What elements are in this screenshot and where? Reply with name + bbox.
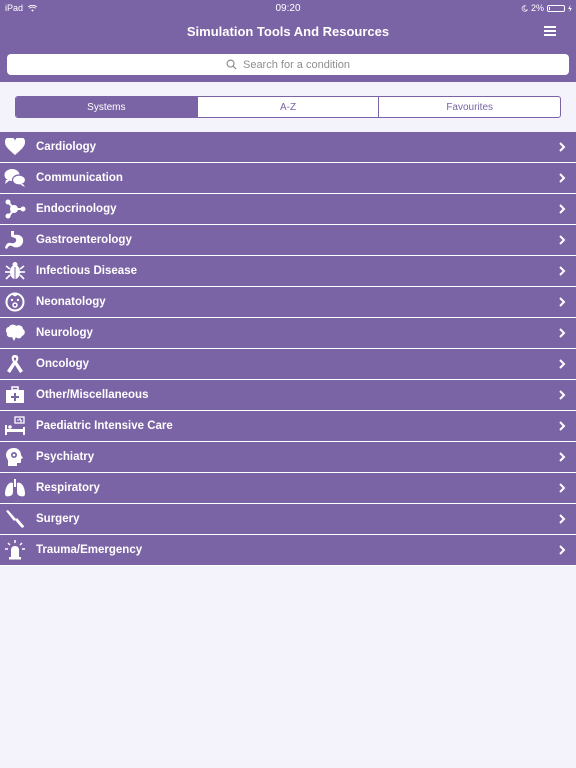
chevron-right-icon [559, 390, 566, 400]
battery-percent: 2% [530, 3, 544, 13]
list-item-gastroenterology[interactable]: Gastroenterology [0, 225, 576, 256]
list-item-label: Psychiatry [36, 451, 95, 463]
status-time: 09:20 [275, 3, 301, 14]
lungs-icon [4, 477, 26, 499]
navigation-bar: Simulation Tools And Resources [0, 16, 576, 48]
list-item-label: Respiratory [36, 482, 100, 494]
list-item-neonatology[interactable]: Neonatology [0, 287, 576, 318]
ribbon-icon [4, 353, 26, 375]
search-icon [226, 59, 237, 70]
list-item-other-miscellaneous[interactable]: Other/Miscellaneous [0, 380, 576, 411]
list-item-label: Communication [36, 172, 123, 184]
list-item-label: Infectious Disease [36, 265, 137, 277]
chevron-right-icon [559, 452, 566, 462]
list-item-label: Paediatric Intensive Care [36, 420, 173, 432]
chevron-right-icon [559, 545, 566, 555]
search-input[interactable]: Search for a condition [7, 54, 569, 75]
chevron-right-icon [559, 328, 566, 338]
list-item-paediatric-intensive-care[interactable]: Paediatric Intensive Care [0, 411, 576, 442]
list-item-label: Cardiology [36, 141, 97, 153]
list-item-label: Other/Miscellaneous [36, 389, 149, 401]
head-puzzle-icon [4, 446, 26, 468]
search-bar: Search for a condition [0, 48, 576, 82]
brain-icon [4, 322, 26, 344]
chevron-right-icon [559, 173, 566, 183]
chevron-right-icon [559, 514, 566, 524]
heart-icon [4, 136, 26, 158]
list-item-label: Neonatology [36, 296, 106, 308]
baby-icon [4, 291, 26, 313]
chevron-right-icon [559, 483, 566, 493]
menu-icon[interactable] [544, 26, 556, 37]
list-item-label: Gastroenterology [36, 234, 132, 246]
list-item-label: Trauma/Emergency [36, 544, 143, 556]
list-item-neurology[interactable]: Neurology [0, 318, 576, 349]
list-item-oncology[interactable]: Oncology [0, 349, 576, 380]
bug-icon [4, 260, 26, 282]
status-bar: iPad 09:20 2% [0, 0, 576, 16]
segment-systems[interactable]: Systems [16, 97, 197, 117]
systems-list: Cardiology Communication Endocrinology G… [0, 132, 576, 566]
list-item-cardiology[interactable]: Cardiology [0, 132, 576, 163]
segment-favourites[interactable]: Favourites [378, 97, 560, 117]
list-item-respiratory[interactable]: Respiratory [0, 473, 576, 504]
chevron-right-icon [559, 142, 566, 152]
chevron-right-icon [559, 297, 566, 307]
list-item-label: Oncology [36, 358, 90, 370]
molecule-icon [4, 198, 26, 220]
first-aid-kit-icon [4, 384, 26, 406]
list-item-psychiatry[interactable]: Psychiatry [0, 442, 576, 473]
search-placeholder: Search for a condition [242, 58, 350, 71]
status-right: 2% [521, 3, 572, 13]
battery-icon [547, 4, 565, 12]
list-item-label: Neurology [36, 327, 93, 339]
page-title: Simulation Tools And Resources [186, 24, 390, 39]
list-item-infectious-disease[interactable]: Infectious Disease [0, 256, 576, 287]
list-item-label: Endocrinology [36, 203, 117, 215]
siren-icon [4, 539, 26, 561]
list-item-communication[interactable]: Communication [0, 163, 576, 194]
stomach-icon [4, 229, 26, 251]
list-item-trauma-emergency[interactable]: Trauma/Emergency [0, 535, 576, 566]
chevron-right-icon [559, 204, 566, 214]
chevron-right-icon [559, 266, 566, 276]
list-item-surgery[interactable]: Surgery [0, 504, 576, 535]
chevron-right-icon [559, 421, 566, 431]
chevron-right-icon [559, 235, 566, 245]
scalpel-icon [4, 508, 26, 530]
chevron-right-icon [559, 359, 566, 369]
charging-icon [568, 4, 572, 12]
speech-bubbles-icon [4, 167, 26, 189]
list-item-label: Surgery [36, 513, 80, 525]
moon-icon [521, 4, 528, 12]
segment-a-z[interactable]: A-Z [196, 97, 379, 117]
hospital-bed-icon [4, 415, 26, 437]
view-segmented-control: Systems A-Z Favourites [15, 96, 561, 118]
list-item-endocrinology[interactable]: Endocrinology [0, 194, 576, 225]
